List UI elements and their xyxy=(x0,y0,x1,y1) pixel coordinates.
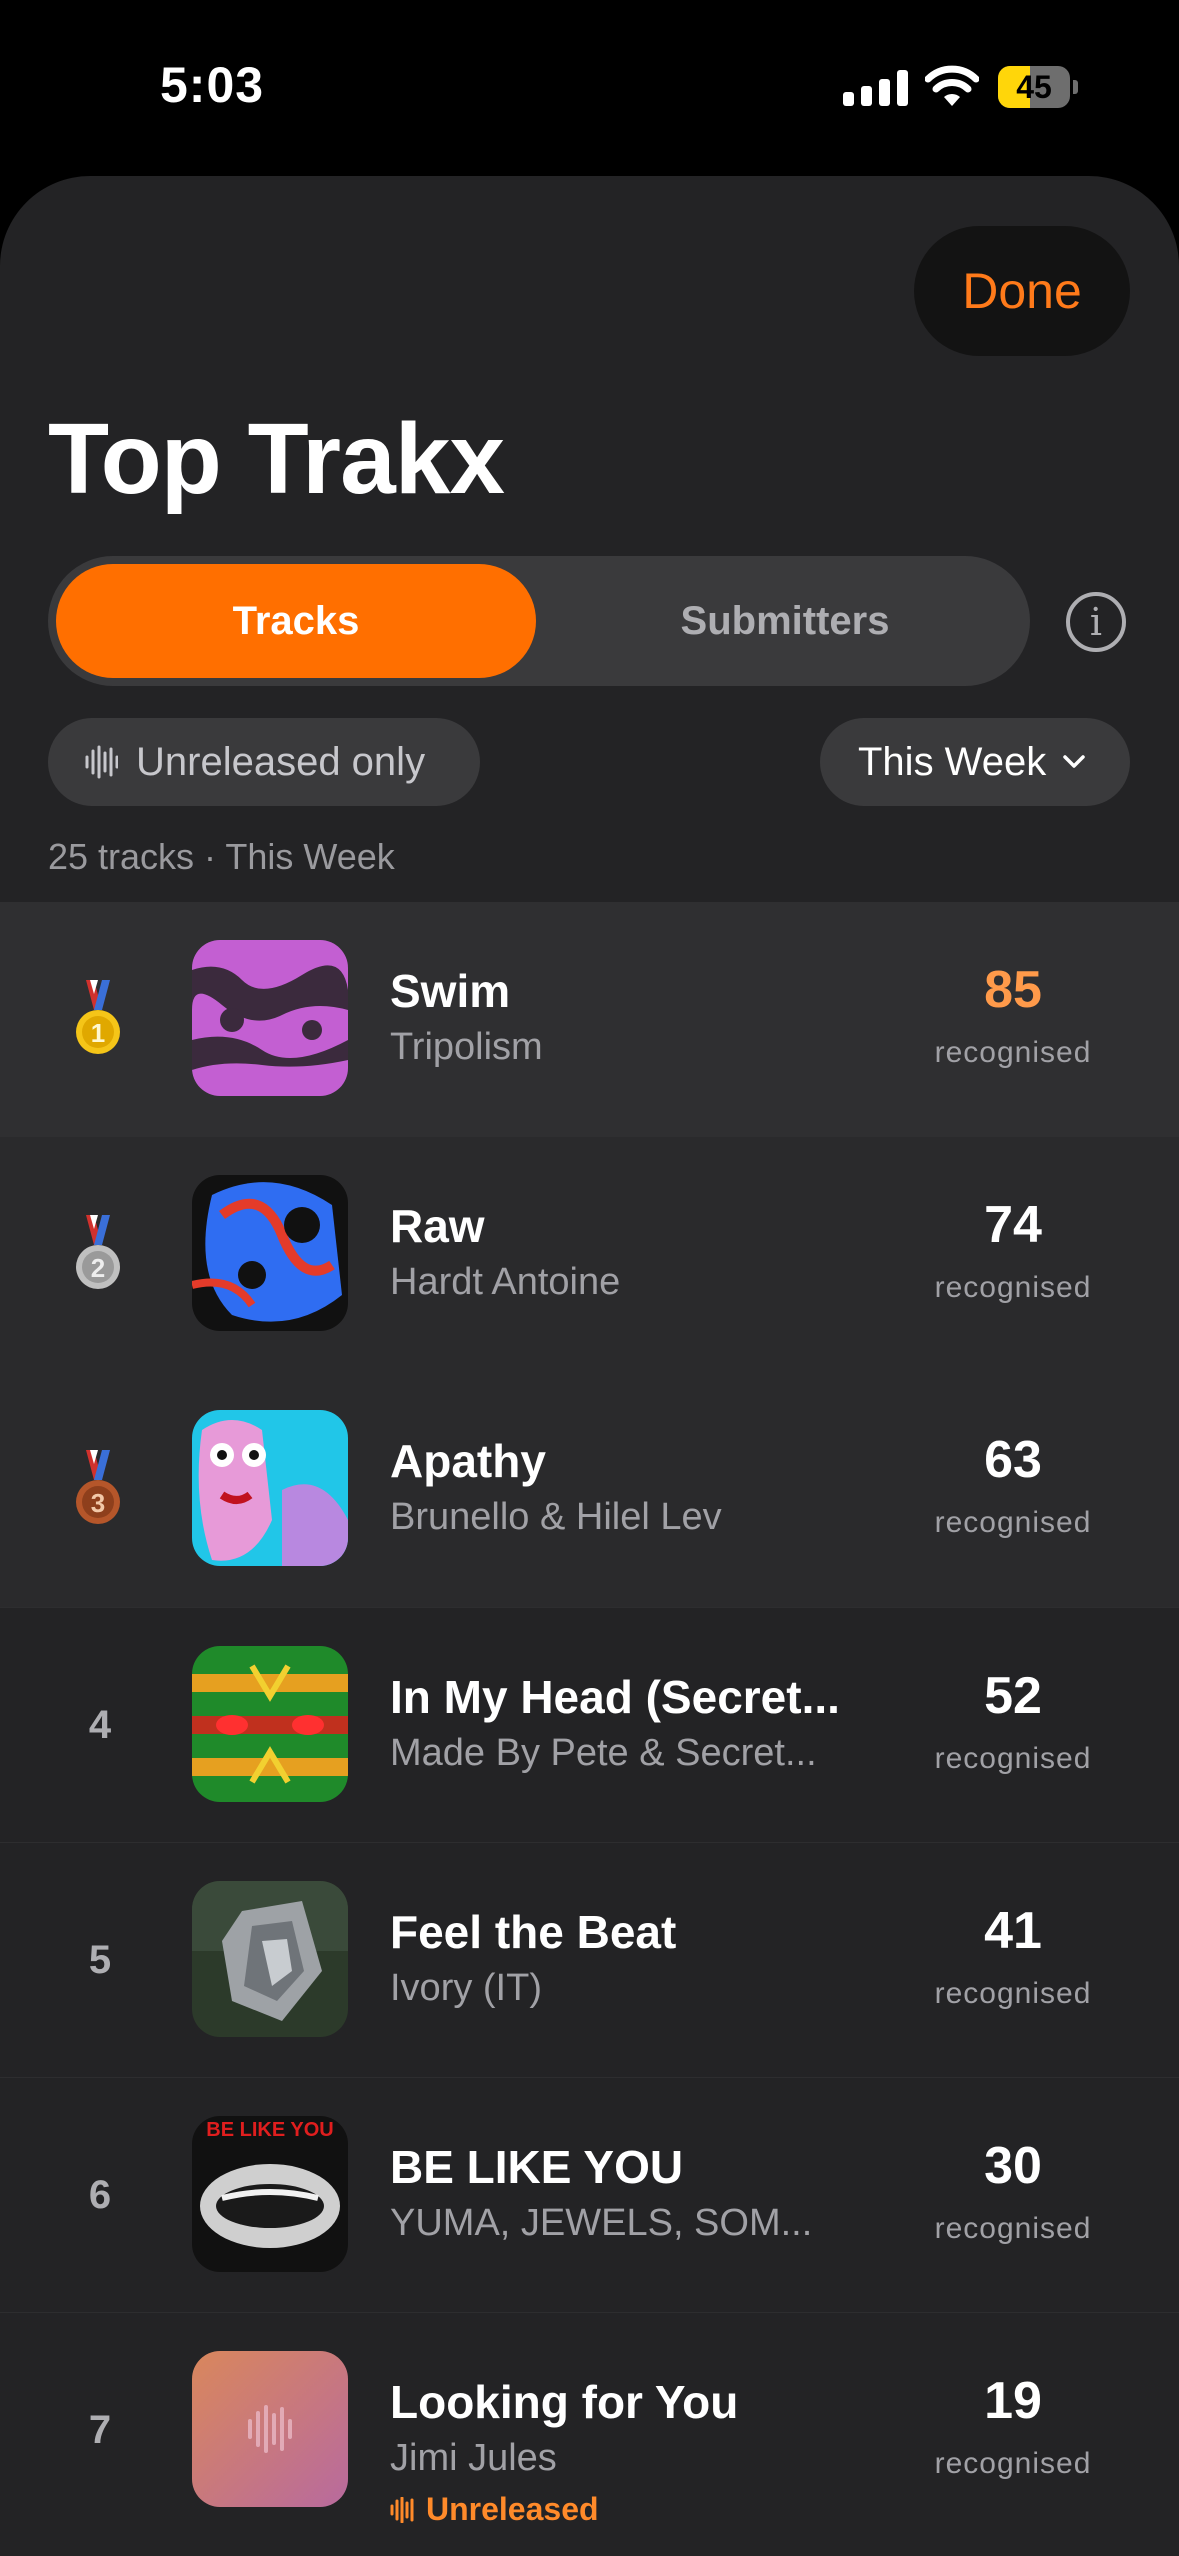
track-row[interactable]: 7 Looking for You Jimi Jules Unreleased … xyxy=(0,2312,1179,2547)
album-art xyxy=(192,1881,348,2037)
track-title: Swim xyxy=(390,965,511,1017)
done-button[interactable]: Done xyxy=(914,226,1130,356)
track-row[interactable]: 2 Raw Hardt Antoine 74 recognised xyxy=(0,1137,1179,1372)
recognised-label: recognised xyxy=(934,1742,1092,1775)
unreleased-badge-label: Unreleased xyxy=(426,2491,599,2527)
recognised-count: 52 xyxy=(984,1667,1042,1725)
track-row[interactable]: 4 In My Head (Secret... Made By Pete & S… xyxy=(0,1607,1179,1842)
waveform-icon xyxy=(390,2496,414,2523)
status-bar: 5:03 45 xyxy=(0,0,1179,170)
recognised-count: 85 xyxy=(984,961,1042,1019)
bronze-medal-icon: 3 xyxy=(76,1450,120,1524)
svg-text:2: 2 xyxy=(91,1253,105,1283)
album-art: BE LIKE YOU xyxy=(192,2116,348,2272)
segmented-control: Tracks Submitters xyxy=(48,556,1030,686)
track-artist: Brunello & Hilel Lev xyxy=(390,1496,722,1538)
period-label: This Week xyxy=(858,739,1047,784)
page-title: Top Trakx xyxy=(48,403,505,515)
track-title: Apathy xyxy=(390,1435,546,1487)
album-art-text: BE LIKE YOU xyxy=(206,2119,333,2141)
recognised-count: 30 xyxy=(984,2137,1042,2195)
track-artist: YUMA, JEWELS, SOM... xyxy=(390,2202,813,2244)
unreleased-only-toggle[interactable]: Unreleased only xyxy=(48,718,480,806)
track-artist: Tripolism xyxy=(390,1026,543,1068)
recognised-label: recognised xyxy=(934,1977,1092,2010)
recognised-label: recognised xyxy=(934,2447,1092,2480)
waveform-icon xyxy=(85,745,118,779)
cellular-signal-icon xyxy=(843,70,908,106)
track-title: Raw xyxy=(390,1200,485,1252)
rank-number: 4 xyxy=(88,1703,112,1747)
recognised-label: recognised xyxy=(934,1506,1092,1539)
status-time: 5:03 xyxy=(160,57,265,113)
track-row[interactable]: 3 Apathy Brunello & Hilel Lev 63 recogni… xyxy=(0,1372,1179,1607)
info-icon[interactable]: i xyxy=(1066,592,1126,652)
top-trakx-sheet: Done Top Trakx Tracks Submitters i Unrel… xyxy=(0,176,1179,2556)
tab-tracks[interactable]: Tracks xyxy=(56,564,536,678)
recognised-count: 63 xyxy=(984,1431,1042,1489)
battery-icon: 45 xyxy=(998,66,1078,108)
rank-number: 7 xyxy=(88,2408,112,2452)
track-artist: Ivory (IT) xyxy=(390,1967,542,2009)
recognised-label: recognised xyxy=(934,2212,1092,2245)
track-artist: Hardt Antoine xyxy=(390,1261,621,1303)
wifi-icon xyxy=(925,65,979,106)
track-row[interactable]: 1 Swim Tripolism 85 recognised xyxy=(0,902,1179,1137)
gold-medal-icon: 1 xyxy=(76,980,120,1054)
track-title: BE LIKE YOU xyxy=(390,2141,684,2193)
track-title: In My Head (Secret... xyxy=(390,1671,840,1723)
track-title: Feel the Beat xyxy=(390,1906,677,1958)
album-art xyxy=(192,940,348,1096)
recognised-count: 74 xyxy=(984,1196,1042,1254)
waveform-icon xyxy=(248,2405,292,2453)
recognised-count: 19 xyxy=(984,2372,1042,2430)
silver-medal-icon: 2 xyxy=(76,1215,120,1289)
chevron-down-icon xyxy=(1063,755,1085,768)
album-art xyxy=(192,1410,348,1566)
track-list: 1 Swim Tripolism 85 recognised 2 Raw Har… xyxy=(0,902,1179,2547)
recognised-count: 41 xyxy=(984,1902,1042,1960)
svg-text:3: 3 xyxy=(91,1488,105,1518)
album-art-placeholder xyxy=(192,2351,348,2507)
track-row[interactable]: 6 BE LIKE YOU BE LIKE YOU YUMA, JEWELS, … xyxy=(0,2077,1179,2312)
unreleased-badge: Unreleased xyxy=(390,2491,599,2528)
album-art xyxy=(192,1646,348,1802)
recognised-label: recognised xyxy=(934,1271,1092,1304)
rank-number: 6 xyxy=(88,2173,112,2217)
recognised-label: recognised xyxy=(934,1036,1092,1069)
track-artist: Made By Pete & Secret... xyxy=(390,1732,817,1774)
track-count-summary: 25 tracks · This Week xyxy=(48,836,395,877)
track-row[interactable]: 5 Feel the Beat Ivory (IT) 41 recognised xyxy=(0,1842,1179,2077)
rank-number: 5 xyxy=(88,1938,112,1982)
period-dropdown[interactable]: This Week xyxy=(820,718,1130,806)
tab-submitters[interactable]: Submitters xyxy=(548,564,1022,678)
track-artist: Jimi Jules xyxy=(390,2437,557,2479)
track-title: Looking for You xyxy=(390,2376,739,2428)
unreleased-only-label: Unreleased only xyxy=(136,739,426,784)
album-art xyxy=(192,1175,348,1331)
svg-text:1: 1 xyxy=(91,1018,105,1048)
battery-level: 45 xyxy=(1016,69,1052,105)
